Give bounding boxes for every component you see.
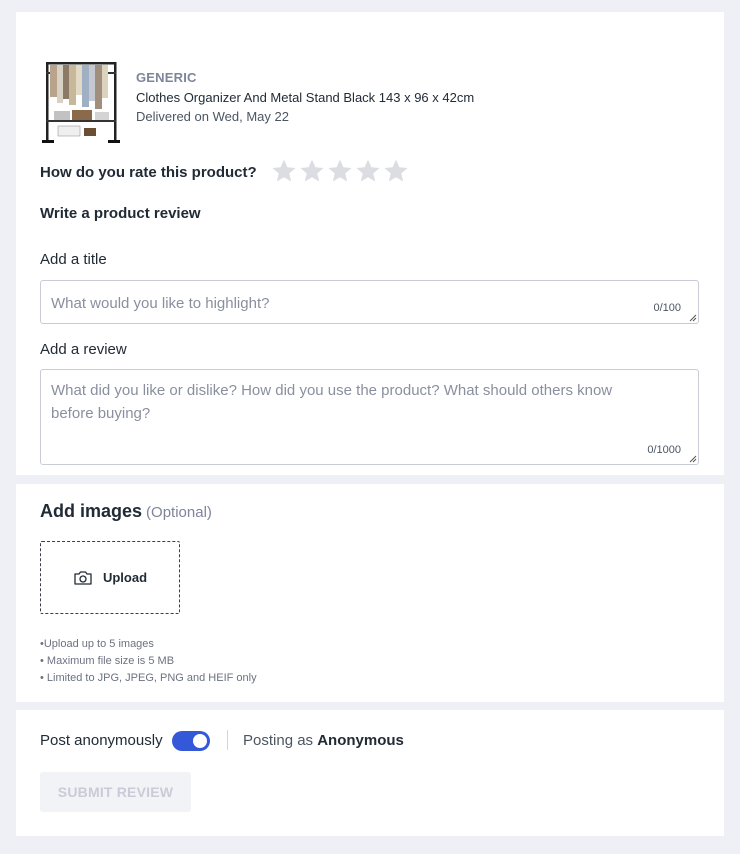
review-label: Add a review bbox=[40, 341, 127, 358]
upload-button[interactable]: Upload bbox=[40, 541, 180, 614]
review-input[interactable] bbox=[41, 370, 698, 464]
upload-notes: •Upload up to 5 images • Maximum file si… bbox=[40, 636, 257, 687]
upload-note: • Maximum file size is 5 MB bbox=[40, 655, 175, 667]
star-icon[interactable] bbox=[299, 157, 325, 185]
review-char-counter: 0/1000 bbox=[647, 444, 681, 456]
rating-label: How do you rate this product? bbox=[40, 164, 257, 181]
anonymous-toggle[interactable] bbox=[172, 731, 210, 751]
upload-note: • Limited to JPG, JPEG, PNG and HEIF onl… bbox=[40, 672, 257, 684]
star-icon[interactable] bbox=[271, 157, 297, 185]
submit-review-button[interactable]: SUBMIT REVIEW bbox=[40, 772, 191, 812]
images-title: Add images bbox=[40, 501, 143, 521]
posting-as-name: Anonymous bbox=[317, 732, 404, 749]
resize-grip-icon[interactable] bbox=[689, 314, 697, 322]
posting-as-text: Posting as Anonymous bbox=[243, 732, 404, 749]
product-image bbox=[42, 62, 120, 143]
write-review-heading: Write a product review bbox=[40, 205, 201, 222]
title-field-wrapper: 0/100 bbox=[40, 280, 699, 324]
star-icon[interactable] bbox=[327, 157, 353, 185]
review-card: GENERIC Clothes Organizer And Metal Stan… bbox=[16, 12, 724, 475]
product-name: Clothes Organizer And Metal Stand Black … bbox=[136, 90, 475, 105]
upload-note: •Upload up to 5 images bbox=[40, 638, 154, 650]
images-heading: Add images (Optional) bbox=[40, 501, 212, 522]
star-icon[interactable] bbox=[355, 157, 381, 185]
star-rating bbox=[271, 157, 409, 185]
images-card: Add images (Optional) Upload •Upload up t… bbox=[16, 484, 724, 702]
title-input[interactable] bbox=[41, 281, 698, 323]
post-anonymously-label: Post anonymously bbox=[40, 732, 163, 749]
divider bbox=[227, 730, 228, 750]
title-label: Add a title bbox=[40, 251, 107, 268]
title-char-counter: 0/100 bbox=[653, 302, 681, 314]
optional-tag: (Optional) bbox=[146, 504, 212, 521]
camera-icon bbox=[74, 570, 92, 585]
toggle-knob bbox=[193, 734, 207, 748]
resize-grip-icon[interactable] bbox=[689, 455, 697, 463]
posting-card: Post anonymously Posting as Anonymous SU… bbox=[16, 710, 724, 836]
posting-as-prefix: Posting as bbox=[243, 732, 314, 749]
upload-label: Upload bbox=[102, 570, 148, 585]
review-field-wrapper: 0/1000 bbox=[40, 369, 699, 465]
delivery-date: Delivered on Wed, May 22 bbox=[136, 109, 289, 124]
product-brand: GENERIC bbox=[136, 70, 197, 85]
star-icon[interactable] bbox=[383, 157, 409, 185]
